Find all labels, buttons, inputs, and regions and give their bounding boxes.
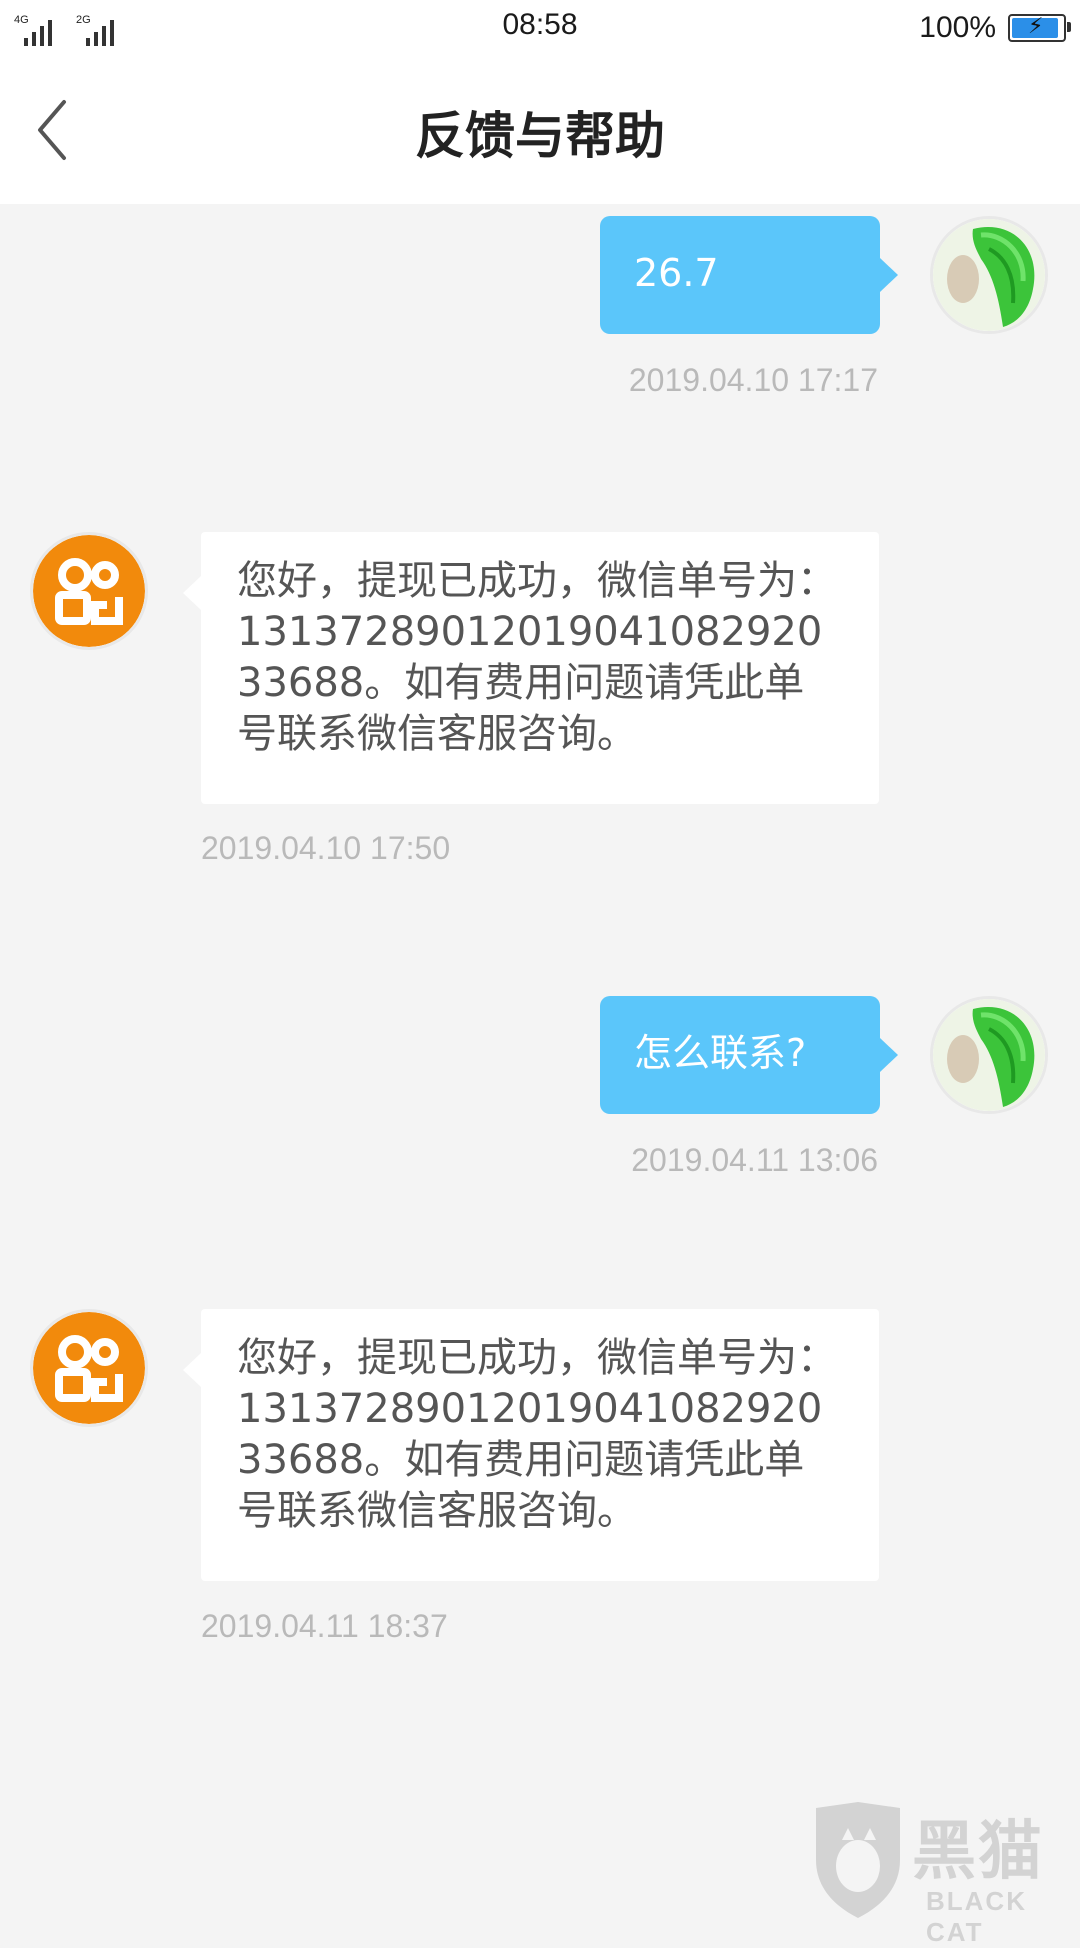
blackcat-watermark: 黑猫 BLACK CAT — [808, 1800, 1080, 1947]
battery-percent: 100% — [919, 11, 996, 44]
kuaishou-logo-icon — [33, 535, 145, 647]
user-avatar[interactable] — [930, 996, 1048, 1114]
watermark-cn-text: 黑猫 — [912, 1815, 1044, 1889]
battery-status: 100% ⚡ — [919, 8, 1071, 48]
message-timestamp: 2019.04.10 17:50 — [201, 830, 451, 866]
service-avatar[interactable] — [30, 532, 148, 650]
user-avatar[interactable] — [930, 216, 1048, 334]
user-avatar-image — [933, 219, 1045, 331]
chat-thread[interactable]: 26.7 2019.04.10 17:17 您好，提现已成功，微信单号为：131… — [0, 204, 1080, 1920]
service-avatar[interactable] — [30, 1309, 148, 1427]
message-timestamp: 2019.04.11 13:06 — [631, 1142, 878, 1178]
message-bubble-outgoing[interactable]: 26.7 — [600, 216, 898, 334]
user-avatar-image — [933, 999, 1045, 1111]
status-bar: 4G 2G 08:58 100% ⚡ — [0, 0, 1080, 56]
message-bubble-outgoing[interactable]: 怎么联系? — [600, 996, 898, 1114]
message-bubble-incoming[interactable]: 您好，提现已成功，微信单号为：1313728901201904108292033… — [183, 532, 879, 804]
app-header: 反馈与帮助 — [0, 56, 1080, 204]
message-timestamp: 2019.04.11 18:37 — [201, 1608, 448, 1644]
status-time: 08:58 — [502, 8, 578, 41]
charging-bolt-icon: ⚡ — [1028, 14, 1044, 39]
message-timestamp: 2019.04.10 17:17 — [628, 362, 878, 398]
blackcat-shield-icon — [816, 1802, 900, 1918]
message-bubble-incoming[interactable]: 您好，提现已成功，微信单号为：1313728901201904108292033… — [183, 1309, 879, 1581]
watermark-en-text: BLACK CAT — [926, 1886, 1027, 1947]
battery-icon: ⚡ — [1008, 14, 1071, 42]
page-title: 反馈与帮助 — [415, 107, 665, 165]
kuaishou-logo-icon — [33, 1312, 145, 1424]
